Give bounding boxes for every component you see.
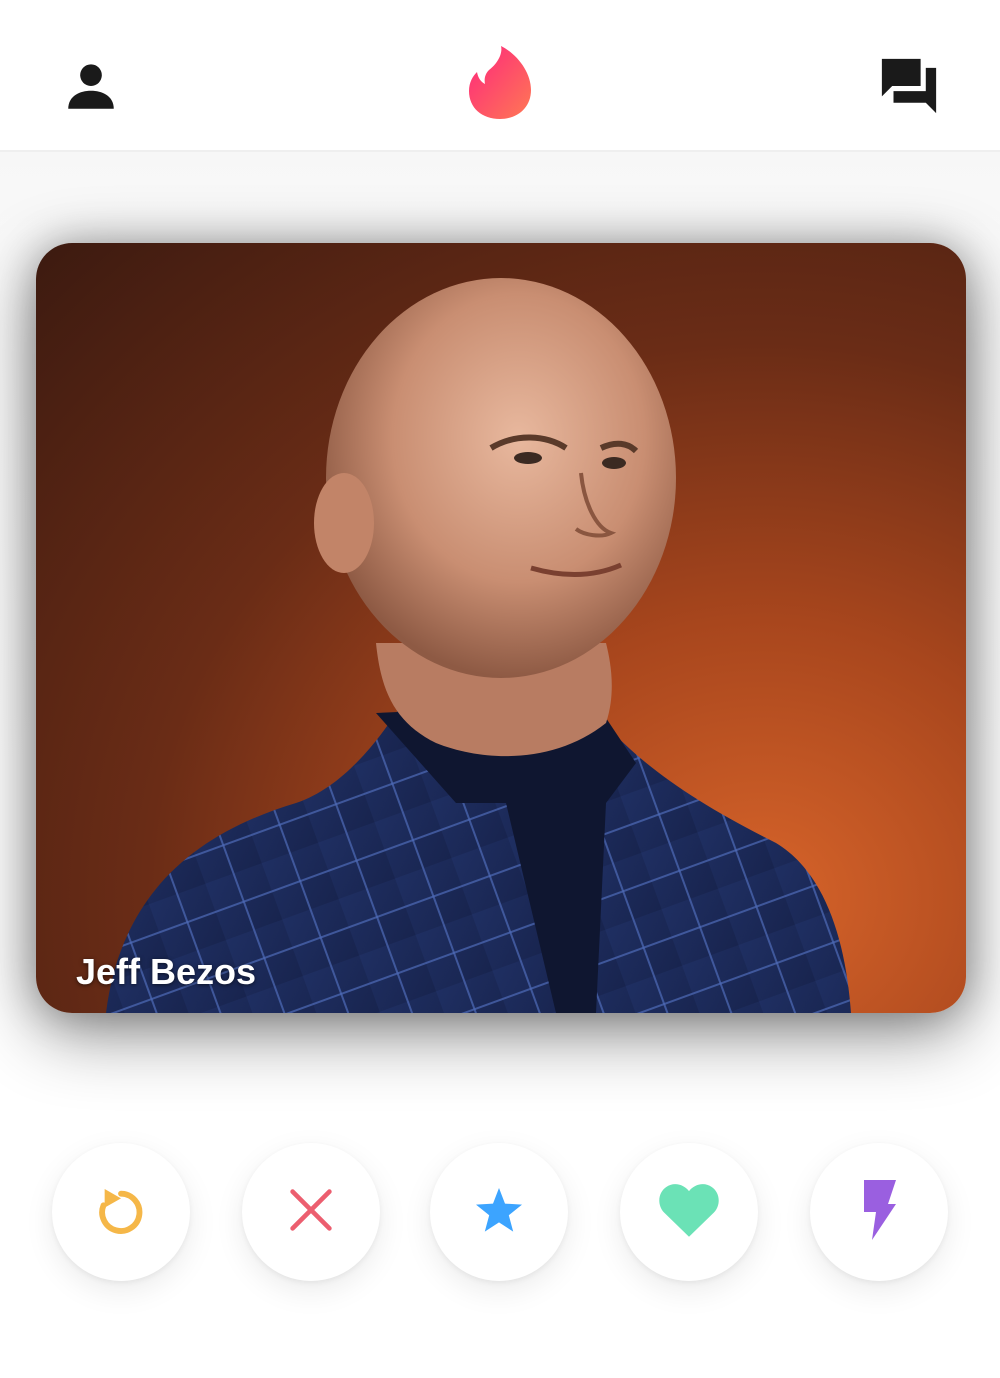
bolt-icon [862, 1179, 896, 1245]
chat-bubbles-icon [878, 55, 940, 122]
action-bar [0, 1143, 1000, 1283]
person-icon [65, 60, 117, 117]
top-bar [0, 0, 1000, 150]
app-root: Jeff Bezos [0, 0, 1000, 1378]
profile-button[interactable] [51, 48, 131, 128]
nope-button[interactable] [242, 1143, 380, 1281]
flame-logo-icon [467, 44, 533, 125]
profile-card[interactable]: Jeff Bezos [36, 243, 966, 1013]
star-icon [475, 1187, 523, 1238]
super-like-button[interactable] [430, 1143, 568, 1281]
rewind-button[interactable] [52, 1143, 190, 1281]
profile-photo [106, 278, 851, 1013]
like-button[interactable] [620, 1143, 758, 1281]
rewind-icon [93, 1182, 149, 1243]
messages-button[interactable] [869, 48, 949, 128]
close-icon [288, 1187, 334, 1238]
tinder-logo[interactable] [460, 42, 540, 127]
profile-name: Jeff Bezos [76, 951, 257, 992]
boost-button[interactable] [810, 1143, 948, 1281]
heart-icon [658, 1182, 720, 1243]
